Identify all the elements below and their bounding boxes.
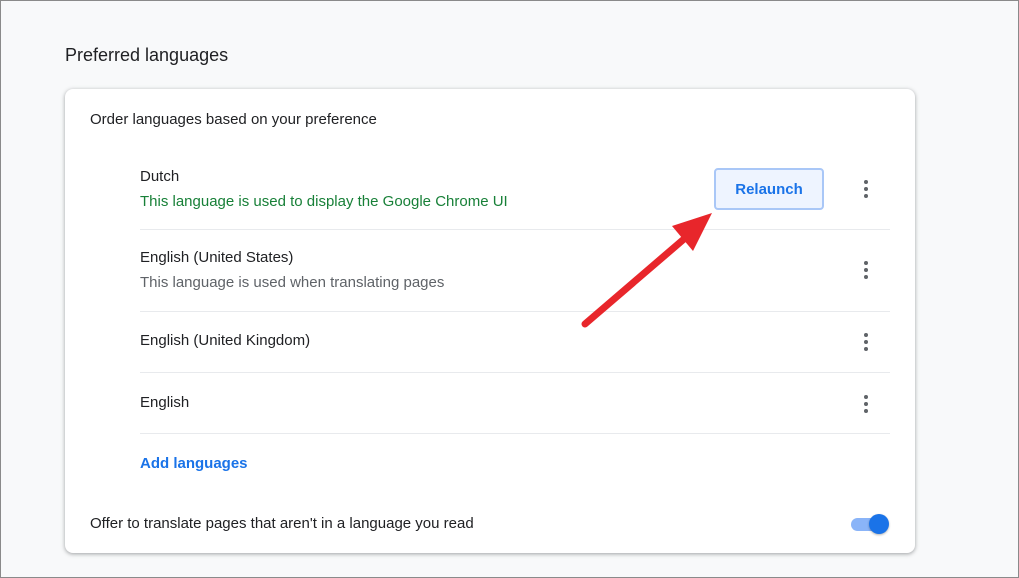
relaunch-button[interactable]: Relaunch <box>714 168 824 210</box>
more-vert-icon[interactable] <box>856 258 876 282</box>
toggle-knob <box>869 514 889 534</box>
language-row-english-uk: English (United Kingdom) <box>140 312 890 373</box>
language-row-english: English <box>140 373 890 434</box>
more-vert-icon[interactable] <box>856 392 876 416</box>
languages-card: Order languages based on your preference… <box>65 89 915 553</box>
language-name: English (United States) <box>140 249 294 266</box>
offer-translate-label: Offer to translate pages that aren't in … <box>90 515 474 532</box>
language-name: Dutch <box>140 168 180 185</box>
language-name: English <box>140 394 190 411</box>
language-row-english-us: English (United States) This language is… <box>140 230 890 312</box>
language-name: English (United Kingdom) <box>140 332 311 349</box>
add-languages-link[interactable]: Add languages <box>140 455 248 472</box>
more-vert-icon[interactable] <box>856 330 876 354</box>
offer-translate-toggle[interactable] <box>851 514 889 534</box>
language-subtitle: This language is used to display the Goo… <box>140 193 508 210</box>
section-title: Preferred languages <box>65 45 229 65</box>
card-header: Order languages based on your preference <box>90 111 377 128</box>
language-subtitle: This language is used when translating p… <box>140 274 445 291</box>
more-vert-icon[interactable] <box>856 177 876 201</box>
